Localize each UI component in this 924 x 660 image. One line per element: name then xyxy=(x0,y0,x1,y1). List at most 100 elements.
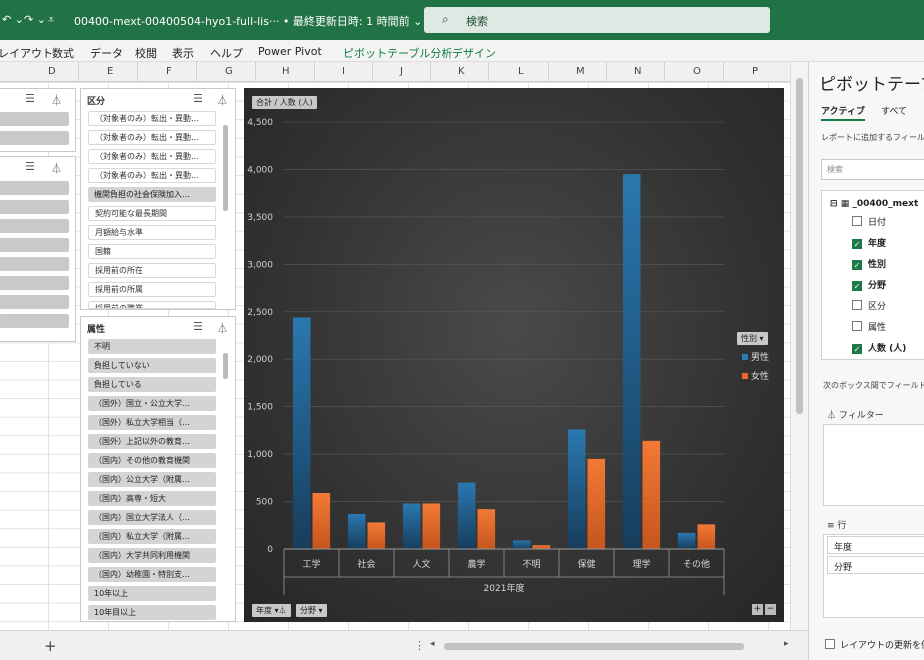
scroll-left-icon[interactable]: ◂ xyxy=(430,639,435,649)
slicer-item[interactable]: （対象者のみ）転出・異動… xyxy=(88,149,216,164)
field-search-input[interactable]: 検索 xyxy=(821,159,924,180)
tab-pivottable-analyze[interactable]: ピボットテーブル分析 xyxy=(343,45,452,61)
rows-item-year[interactable]: 年度 xyxy=(827,536,924,554)
tab-power-pivot[interactable]: Power Pivot xyxy=(258,45,322,58)
checkbox[interactable] xyxy=(852,216,862,226)
checkbox-checked[interactable]: ✓ xyxy=(852,281,862,291)
slicer-item[interactable]: （国内）その他の教育機関 xyxy=(88,453,216,468)
defer-layout-update[interactable]: レイアウトの更新を保 xyxy=(825,638,924,651)
expand-button[interactable]: + xyxy=(752,604,763,615)
slicer-item[interactable]: （国内）国立大学法人（… xyxy=(88,510,216,525)
filter-icon[interactable]: ⏃ xyxy=(217,320,228,336)
horizontal-scrollbar[interactable]: ◂ ▸ xyxy=(430,639,789,651)
slicer-item[interactable] xyxy=(0,181,69,195)
scroll-thumb[interactable] xyxy=(796,78,803,414)
checkbox-checked[interactable]: ✓ xyxy=(852,239,862,249)
slicer-item[interactable]: （対象者のみ）転出・異動… xyxy=(88,111,216,126)
slicer-item[interactable]: （国内）幼稚園・特別支… xyxy=(88,567,216,582)
column-header[interactable]: K xyxy=(458,66,465,77)
tab-help[interactable]: ヘルプ xyxy=(210,45,243,61)
slicer-item[interactable] xyxy=(0,219,69,233)
search-box[interactable]: ⌕ 検索 xyxy=(424,7,770,33)
slicer-item[interactable]: （国内）私立大学（附属… xyxy=(88,529,216,544)
table-node[interactable]: ⊟ ▦ _00400_mext xyxy=(830,199,918,209)
slicer-kubun[interactable]: 区分 ☰ ⏃ （対象者のみ）転出・異動… （対象者のみ）転出・異動… （対象者の… xyxy=(80,88,236,310)
slicer-item[interactable] xyxy=(0,257,69,271)
slicer-left-top[interactable]: ☰ ⏃ xyxy=(0,88,76,152)
multi-select-icon[interactable]: ☰ xyxy=(25,160,35,173)
undo-button[interactable]: ↶ ⌄ xyxy=(2,13,24,26)
multi-select-icon[interactable]: ☰ xyxy=(25,92,35,105)
slicer-item[interactable]: 月額給与水準 xyxy=(88,225,216,240)
tab-formulas[interactable]: 数式 xyxy=(52,45,74,61)
slicer-left-bottom[interactable]: ☰ ⏃ xyxy=(0,156,76,342)
field-gender[interactable]: ✓ 性別 xyxy=(852,257,886,270)
pivot-chart[interactable]: 0 500 1,000 1,500 2,000 2,500 3,000 3,500 4,000 4… xyxy=(244,88,784,622)
checkbox[interactable] xyxy=(852,321,862,331)
collapse-button[interactable]: − xyxy=(765,604,776,615)
slicer-item[interactable]: 負担している xyxy=(88,377,216,392)
tab-active[interactable]: アクティブ xyxy=(821,104,866,121)
slicer-item[interactable]: （対象者のみ）転出・異動… xyxy=(88,168,216,183)
slicer-item[interactable]: 採用前の所属 xyxy=(88,282,216,297)
column-header[interactable]: N xyxy=(634,66,641,77)
slicer-item[interactable]: 国籍 xyxy=(88,244,216,259)
slicer-item[interactable] xyxy=(0,112,69,126)
slicer-item[interactable]: （国外）上記以外の教育… xyxy=(88,434,216,449)
add-sheet-button[interactable]: + xyxy=(44,637,57,655)
tab-data[interactable]: データ xyxy=(90,45,123,61)
column-header[interactable]: E xyxy=(107,66,113,77)
field-category[interactable]: ✓ 分野 xyxy=(852,278,886,291)
tab-design[interactable]: デザイン xyxy=(452,45,496,61)
slicer-item[interactable]: 不明 xyxy=(88,339,216,354)
slicer-item[interactable]: 10年以上 xyxy=(88,586,216,601)
vertical-scrollbar[interactable] xyxy=(790,62,808,630)
field-count[interactable]: ✓ 人数 (人) xyxy=(852,341,906,354)
multi-select-icon[interactable]: ☰ xyxy=(193,92,203,105)
slicer-scrollbar[interactable] xyxy=(223,353,228,379)
slicer-zokusei[interactable]: 属性 ☰ ⏃ 不明 負担していない 負担している （国外）国立・公立大学… （国… xyxy=(80,316,236,622)
tab-split-handle-icon[interactable]: ⋮ xyxy=(414,639,425,652)
checkbox[interactable] xyxy=(825,639,835,649)
filter-icon[interactable]: ⏃ xyxy=(51,160,62,176)
slicer-item[interactable]: 採用前の所在 xyxy=(88,263,216,278)
customize-quick-access-icon[interactable]: ⩡ xyxy=(48,13,54,27)
slicer-item[interactable]: （国内）大学共同利用機関 xyxy=(88,548,216,563)
column-header[interactable]: I xyxy=(342,66,345,77)
column-header[interactable]: L xyxy=(518,66,524,77)
slicer-item[interactable] xyxy=(0,276,69,290)
column-header[interactable]: J xyxy=(400,66,403,77)
filter-area[interactable] xyxy=(823,424,924,506)
slicer-item[interactable]: （国外）国立・公立大学… xyxy=(88,396,216,411)
slicer-item[interactable] xyxy=(0,238,69,252)
checkbox-checked[interactable]: ✓ xyxy=(852,260,862,270)
axis-field-button-field[interactable]: 分野 ▾ xyxy=(296,604,327,617)
axis-field-button-year[interactable]: 年度 ▾⏃ xyxy=(252,604,291,617)
tab-layout[interactable]: レイアウト xyxy=(0,45,53,61)
multi-select-icon[interactable]: ☰ xyxy=(193,320,203,333)
column-header[interactable]: O xyxy=(693,66,701,77)
tab-review[interactable]: 校閲 xyxy=(135,45,157,61)
column-header[interactable]: D xyxy=(48,66,56,77)
slicer-item[interactable]: （国内）公立大学（附属… xyxy=(88,472,216,487)
checkbox[interactable] xyxy=(852,300,862,310)
checkbox-checked[interactable]: ✓ xyxy=(852,344,862,354)
document-title[interactable]: 00400-mext-00400504-hyo1-full-lis··· • 最… xyxy=(74,13,422,29)
slicer-item[interactable]: 10年目以上 xyxy=(88,605,216,620)
slicer-scrollbar[interactable] xyxy=(223,125,228,211)
slicer-item-selected[interactable]: 機関負担の社会保険加入… xyxy=(88,187,216,202)
column-header[interactable]: P xyxy=(752,66,758,77)
field-kubun[interactable]: 区分 xyxy=(852,299,886,312)
slicer-item[interactable]: 負担していない xyxy=(88,358,216,373)
scroll-thumb[interactable] xyxy=(444,643,744,650)
field-date[interactable]: 日付 xyxy=(852,215,886,228)
slicer-item[interactable]: （国内）高専・短大 xyxy=(88,491,216,506)
slicer-item[interactable] xyxy=(0,314,69,328)
slicer-item[interactable] xyxy=(0,200,69,214)
slicer-item[interactable] xyxy=(0,131,69,145)
slicer-item[interactable]: 契約可能な最長期間 xyxy=(88,206,216,221)
column-header[interactable]: H xyxy=(282,66,290,77)
filter-icon[interactable]: ⏃ xyxy=(51,92,62,108)
field-attribute[interactable]: 属性 xyxy=(852,320,886,333)
field-year[interactable]: ✓ 年度 xyxy=(852,236,886,249)
